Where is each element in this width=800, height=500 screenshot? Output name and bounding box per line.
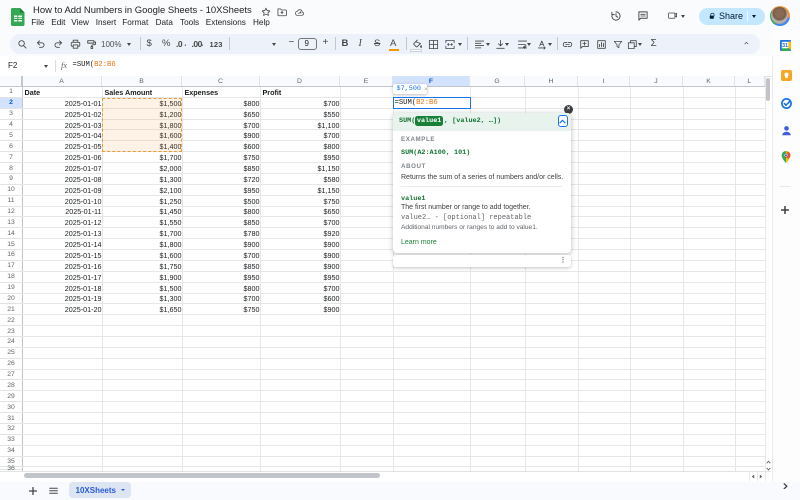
svg-text:31: 31: [782, 43, 788, 49]
